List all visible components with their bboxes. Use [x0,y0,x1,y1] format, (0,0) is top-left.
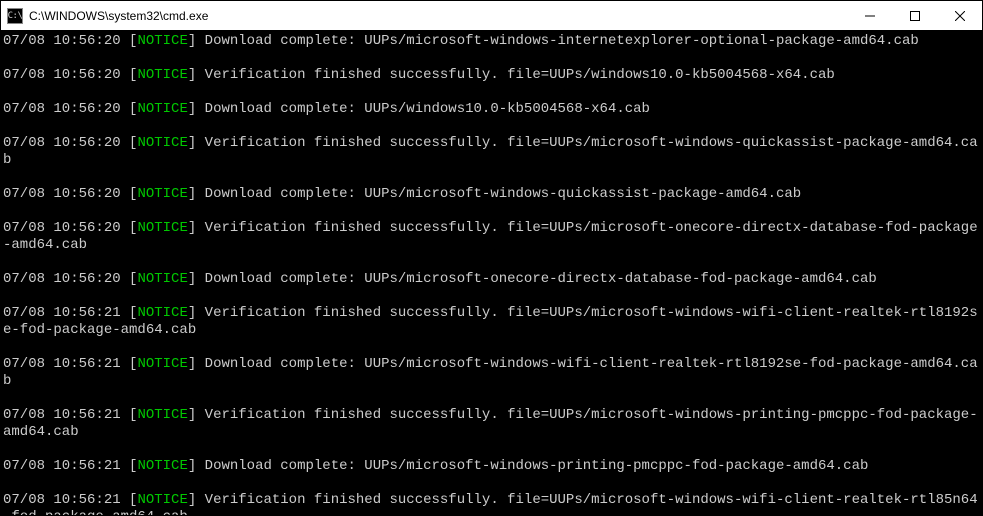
maximize-icon [910,11,920,21]
terminal-content: 07/08 10:56:20 [NOTICE] Download complet… [1,31,982,515]
log-level: NOTICE [137,220,187,236]
log-line: 07/08 10:56:21 [NOTICE] Verification fin… [3,492,982,515]
minimize-icon [865,11,875,21]
log-level: NOTICE [137,407,187,423]
log-timestamp: 07/08 10:56:20 [3,67,121,83]
log-level: NOTICE [137,186,187,202]
maximize-button[interactable] [892,1,937,30]
log-level: NOTICE [137,67,187,83]
log-level: NOTICE [137,492,187,508]
log-timestamp: 07/08 10:56:20 [3,135,121,151]
log-timestamp: 07/08 10:56:20 [3,186,121,202]
close-icon [955,11,965,21]
log-level: NOTICE [137,101,187,117]
log-line: 07/08 10:56:20 [NOTICE] Verification fin… [3,135,982,169]
log-timestamp: 07/08 10:56:21 [3,356,121,372]
log-level: NOTICE [137,458,187,474]
log-line: 07/08 10:56:20 [NOTICE] Download complet… [3,271,982,288]
log-message: Download complete: UUPs/windows10.0-kb50… [205,101,650,117]
log-message: Download complete: UUPs/microsoft-window… [205,33,919,49]
cmd-icon: C:\ [7,8,23,24]
log-message: Download complete: UUPs/microsoft-onecor… [205,271,877,287]
log-level: NOTICE [137,271,187,287]
log-timestamp: 07/08 10:56:20 [3,101,121,117]
log-line: 07/08 10:56:20 [NOTICE] Download complet… [3,33,982,50]
log-line: 07/08 10:56:21 [NOTICE] Download complet… [3,458,982,475]
log-message: Download complete: UUPs/microsoft-window… [205,186,802,202]
log-timestamp: 07/08 10:56:20 [3,33,121,49]
log-timestamp: 07/08 10:56:20 [3,271,121,287]
log-line: 07/08 10:56:20 [NOTICE] Verification fin… [3,67,982,84]
window-title: C:\WINDOWS\system32\cmd.exe [29,9,847,23]
log-timestamp: 07/08 10:56:21 [3,305,121,321]
log-timestamp: 07/08 10:56:21 [3,407,121,423]
log-line: 07/08 10:56:21 [NOTICE] Download complet… [3,356,982,390]
titlebar[interactable]: C:\ C:\WINDOWS\system32\cmd.exe [1,1,982,31]
log-level: NOTICE [137,356,187,372]
log-line: 07/08 10:56:21 [NOTICE] Verification fin… [3,305,982,339]
log-line: 07/08 10:56:20 [NOTICE] Download complet… [3,101,982,118]
minimize-button[interactable] [847,1,892,30]
log-message: Download complete: UUPs/microsoft-window… [205,458,869,474]
log-line: 07/08 10:56:20 [NOTICE] Verification fin… [3,220,982,254]
log-timestamp: 07/08 10:56:21 [3,458,121,474]
log-level: NOTICE [137,305,187,321]
log-timestamp: 07/08 10:56:21 [3,492,121,508]
log-line: 07/08 10:56:20 [NOTICE] Download complet… [3,186,982,203]
log-level: NOTICE [137,135,187,151]
close-button[interactable] [937,1,982,30]
log-timestamp: 07/08 10:56:20 [3,220,121,236]
log-level: NOTICE [137,33,187,49]
window-controls [847,1,982,30]
log-line: 07/08 10:56:21 [NOTICE] Verification fin… [3,407,982,441]
terminal-output[interactable]: 07/08 10:56:20 [NOTICE] Download complet… [1,31,982,515]
log-message: Verification finished successfully. file… [205,67,835,83]
